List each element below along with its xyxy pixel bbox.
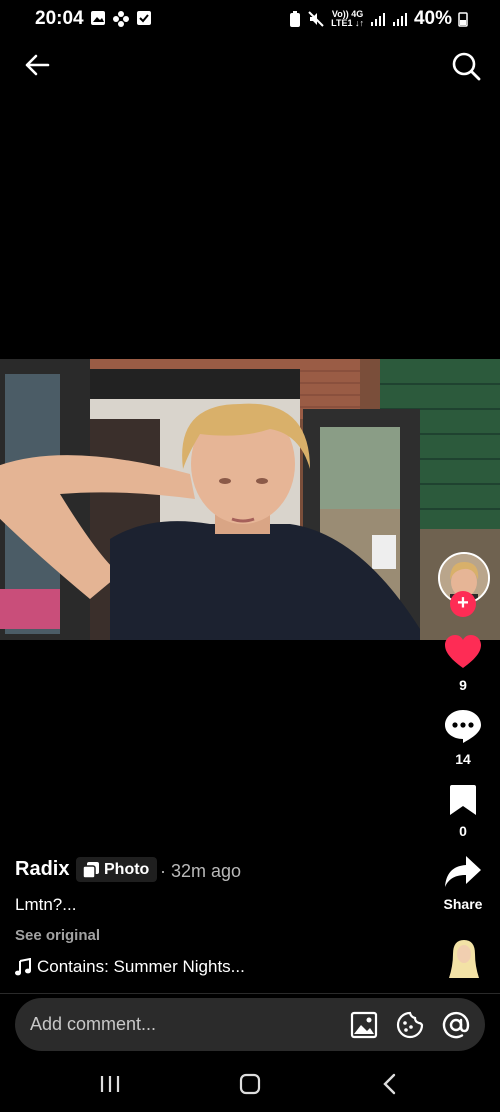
comment-input-placeholder[interactable]: Add comment... (30, 1014, 156, 1035)
music-disc-image (449, 940, 479, 978)
net-type-bottom: LTE1 ↓↑ (331, 18, 364, 28)
share-button[interactable]: Share (430, 855, 496, 912)
battery-percent: 40% (413, 8, 452, 29)
heart-icon (445, 635, 481, 668)
status-bar: 20:04 Vo)) 4G LTE1 ↓↑ 40% (0, 0, 500, 40)
status-time: 20:04 (35, 8, 84, 29)
music-disc-button[interactable] (445, 936, 483, 980)
post-photo[interactable] (0, 359, 500, 640)
music-title: Contains: Summer Nights... (37, 957, 245, 976)
notification-icons (90, 10, 152, 28)
signal-icon (370, 13, 385, 26)
like-button[interactable]: 9 (430, 634, 496, 693)
mention-button[interactable] (442, 1011, 470, 1039)
mute-icon (308, 11, 324, 27)
battery-icon (458, 12, 468, 27)
plus-icon: + (457, 592, 469, 614)
post-time-ago: · 32m ago (160, 861, 242, 881)
status-right: Vo)) 4G LTE1 ↓↑ 40% (289, 8, 468, 30)
post-username[interactable]: Radix (15, 858, 69, 881)
gallery-notification-icon (91, 11, 105, 25)
flower-notification-icon (113, 11, 129, 27)
share-arrow-icon (445, 856, 481, 887)
save-count: 0 (459, 823, 467, 839)
recent-apps-icon (100, 1076, 120, 1092)
back-arrow-icon (25, 54, 50, 76)
checkbox-notification-icon (137, 11, 151, 25)
share-label: Share (443, 896, 483, 912)
emoji-icon (396, 1011, 424, 1039)
comment-button[interactable]: 14 (430, 708, 496, 767)
at-sign-icon (442, 1011, 470, 1039)
emoji-button[interactable] (396, 1011, 424, 1039)
image-button[interactable] (350, 1011, 378, 1039)
image-icon (350, 1011, 378, 1039)
post-caption: Lmtn?... (15, 895, 77, 914)
save-button[interactable]: 0 (430, 784, 496, 839)
see-original-link[interactable]: See original (15, 927, 100, 944)
music-note-icon (15, 958, 31, 976)
follow-plus-button[interactable]: + (450, 591, 476, 617)
network-type-label: Vo)) 4G LTE1 ↓↑ (331, 10, 364, 28)
photo-stack-icon (82, 861, 99, 879)
search-icon (452, 52, 481, 81)
home-button[interactable] (230, 1070, 270, 1100)
photo-badge: Photo (76, 857, 158, 882)
recent-apps-button[interactable] (90, 1070, 130, 1100)
comment-bubble-icon (445, 710, 481, 743)
bookmark-icon (450, 785, 476, 815)
search-button[interactable] (448, 48, 484, 84)
comment-count: 14 (455, 751, 471, 767)
post-photo-image (0, 359, 500, 640)
photo-badge-label: Photo (104, 860, 150, 878)
system-back-button[interactable] (370, 1070, 410, 1100)
battery-saver-icon (290, 11, 301, 27)
back-button[interactable] (20, 48, 54, 82)
divider (0, 993, 500, 994)
system-back-icon (383, 1073, 396, 1095)
signal-icon-2 (392, 13, 407, 26)
like-count: 9 (459, 677, 467, 693)
home-icon (239, 1073, 261, 1095)
music-link[interactable]: Contains: Summer Nights... (15, 957, 245, 977)
